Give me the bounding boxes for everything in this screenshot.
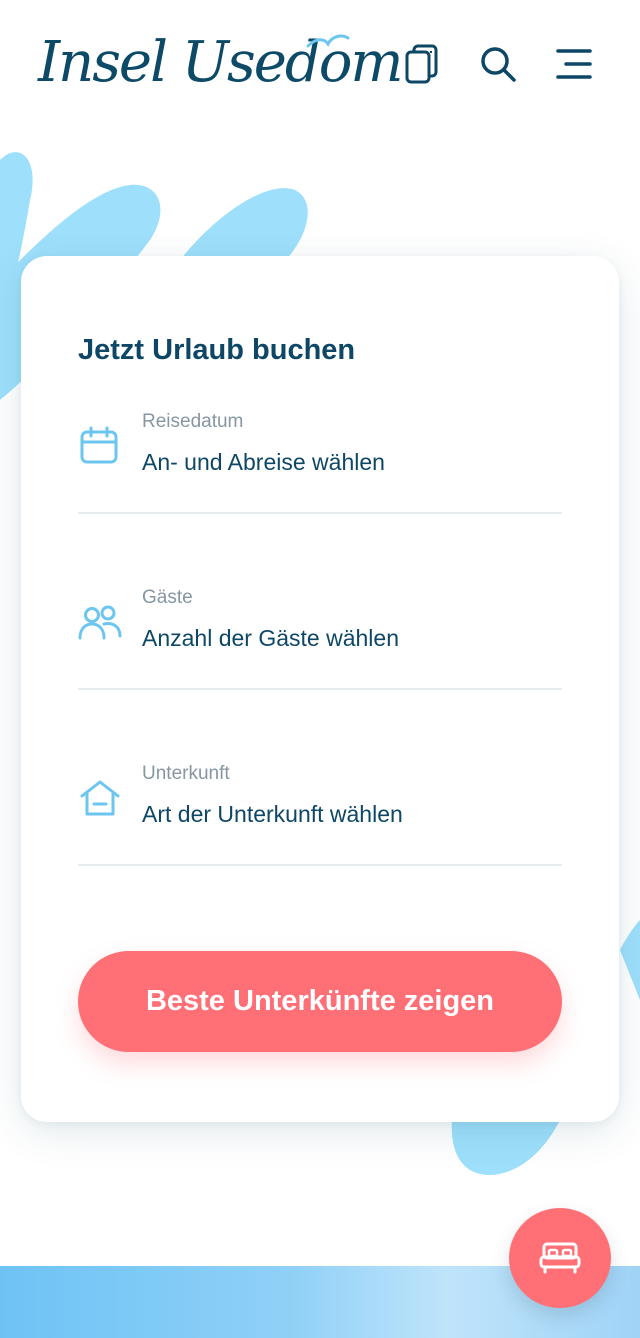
menu-button[interactable] bbox=[552, 42, 596, 86]
brochure-icon bbox=[405, 44, 438, 84]
booking-title: Jetzt Urlaub buchen bbox=[78, 334, 356, 366]
accommodation-fab-button[interactable] bbox=[509, 1208, 611, 1308]
travel-date-value: An- und Abreise wählen bbox=[142, 449, 385, 475]
guests-field[interactable]: Gäste Anzahl der Gäste wählen bbox=[78, 570, 562, 690]
accommodation-label: Unterkunft bbox=[142, 763, 230, 784]
bed-icon bbox=[539, 1242, 581, 1274]
house-icon bbox=[80, 780, 120, 816]
show-accommodations-button[interactable]: Beste Unterkünfte zeigen bbox=[78, 951, 562, 1052]
travel-date-field[interactable]: Reisedatum An- und Abreise wählen bbox=[78, 394, 562, 514]
accommodation-field[interactable]: Unterkunft Art der Unterkunft wählen bbox=[78, 746, 562, 866]
site-header: Insel Usedom bbox=[0, 0, 640, 130]
guests-icon bbox=[78, 605, 122, 640]
booking-card: Jetzt Urlaub buchen Reisedatum An- und A… bbox=[21, 256, 619, 1122]
menu-icon bbox=[556, 49, 592, 79]
search-icon bbox=[481, 47, 516, 82]
guests-value: Anzahl der Gäste wählen bbox=[142, 625, 399, 651]
accommodation-value: Art der Unterkunft wählen bbox=[142, 801, 403, 827]
guests-label: Gäste bbox=[142, 587, 193, 608]
calendar-icon bbox=[80, 426, 118, 464]
search-button[interactable] bbox=[476, 42, 520, 86]
travel-date-label: Reisedatum bbox=[142, 411, 244, 432]
seagull-icon bbox=[306, 34, 350, 48]
brochure-button[interactable] bbox=[400, 42, 444, 86]
site-logo[interactable]: Insel Usedom bbox=[38, 26, 404, 108]
